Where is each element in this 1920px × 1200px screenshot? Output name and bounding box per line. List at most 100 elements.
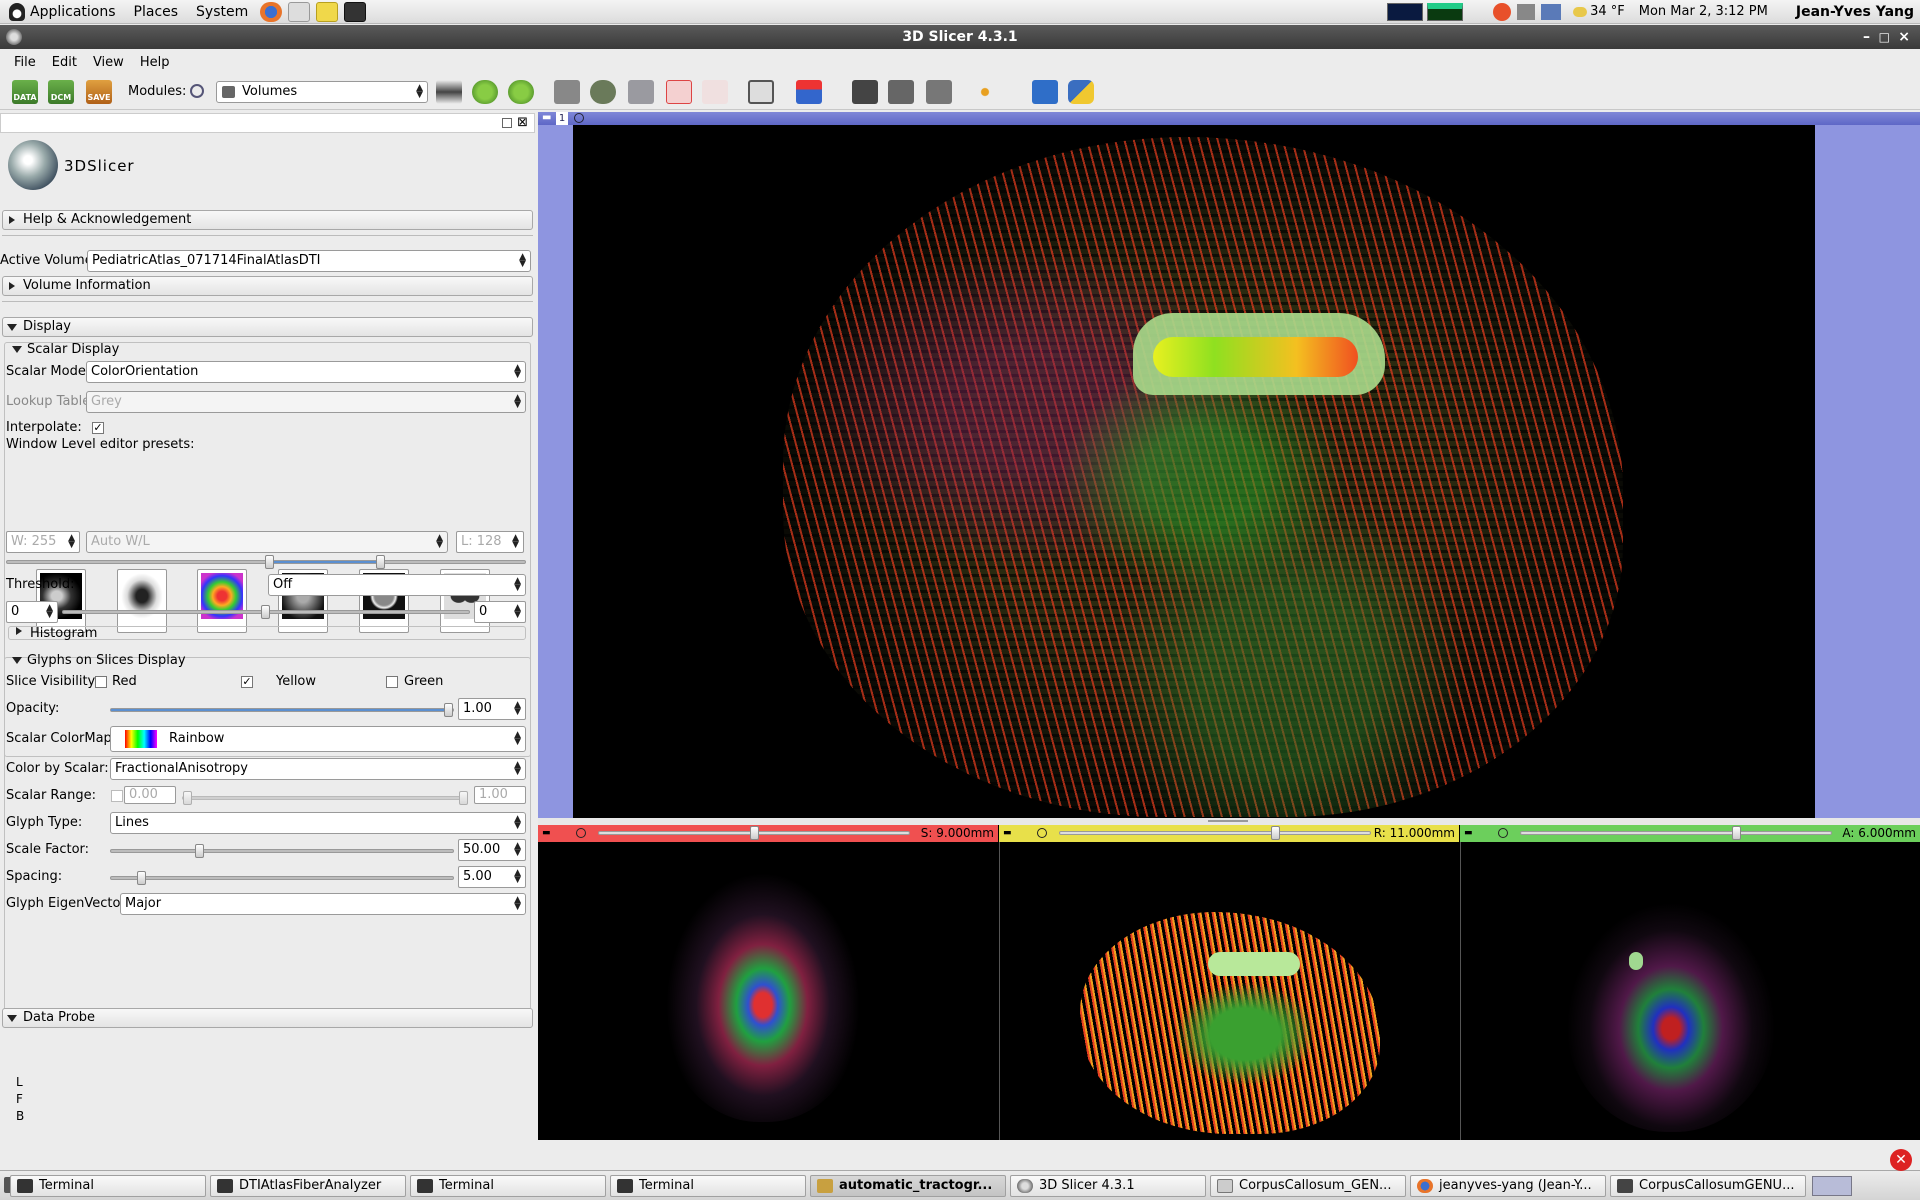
update-alert-icon[interactable] <box>1493 2 1512 21</box>
view-splitter[interactable] <box>538 818 1920 825</box>
yellow-pin-icon[interactable]: ▬ <box>1003 825 1012 842</box>
menu-file[interactable]: File <box>6 55 44 70</box>
mouse-mode-icon[interactable] <box>796 80 822 104</box>
module-search-icon[interactable] <box>190 84 204 98</box>
menu-help[interactable]: Help <box>132 55 178 70</box>
maximize-icon[interactable]: □ <box>1879 25 1890 49</box>
red-options-icon[interactable] <box>576 828 586 838</box>
green-visibility-label[interactable]: Green <box>404 674 443 689</box>
expand-arrow-icon[interactable] <box>16 627 22 635</box>
module-history-button[interactable] <box>436 80 462 104</box>
models-module-icon[interactable] <box>628 80 654 104</box>
volumes-module-icon[interactable] <box>590 80 616 104</box>
range-max-handle[interactable] <box>459 791 468 805</box>
red-slice-offset-slider[interactable] <box>598 826 910 840</box>
data-module-icon[interactable] <box>554 80 580 104</box>
mail-launcher-icon[interactable] <box>288 1 311 22</box>
red-visibility-label[interactable]: Red <box>112 674 137 689</box>
green-slice-controller[interactable]: ▬ A: 6.000mm <box>1460 825 1920 842</box>
scene-view-save-icon[interactable] <box>926 80 952 104</box>
scalar-range-slider[interactable] <box>182 791 468 805</box>
yellow-slice-controller[interactable]: ▬ R: 11.000mm <box>999 825 1459 842</box>
minimize-icon[interactable]: – <box>1863 25 1870 49</box>
help-acknowledgement-section[interactable]: Help & Acknowledgement <box>2 210 533 230</box>
forward-module-icon[interactable] <box>508 80 534 104</box>
scale-factor-handle[interactable] <box>195 844 204 858</box>
scalar-range-max-spinbox[interactable]: 1.00 <box>474 786 526 804</box>
window-level-range-slider[interactable] <box>6 555 526 569</box>
window-level-mode-selector[interactable]: Auto W/L ▲ ▼ <box>86 531 448 553</box>
spacing-slider[interactable] <box>110 871 454 885</box>
yellow-slice-view[interactable] <box>999 842 1459 1140</box>
system-menu[interactable]: System <box>187 0 257 24</box>
opacity-slider[interactable] <box>110 703 454 717</box>
yellow-visibility-checkbox[interactable]: ✓ <box>241 676 253 688</box>
volume-muted-icon[interactable] <box>1517 3 1536 20</box>
trash-icon[interactable]: ✕ <box>1890 1149 1912 1171</box>
green-options-icon[interactable] <box>1498 828 1508 838</box>
display-section[interactable]: Display <box>2 317 533 337</box>
red-slice-view[interactable] <box>538 842 998 1140</box>
view-options-icon[interactable] <box>574 113 584 123</box>
taskbar-item-corpuscallosum-2[interactable]: CorpusCallosumGENU... <box>1610 1175 1806 1197</box>
opacity-spinbox[interactable]: 1.00 ▲ ▼ <box>458 698 526 720</box>
taskbar-item-3d-slicer[interactable]: 3D Slicer 4.3.1 <box>1010 1175 1206 1197</box>
green-visibility-checkbox[interactable] <box>386 676 398 688</box>
load-data-button[interactable]: DATA <box>12 80 38 104</box>
range-max-handle[interactable] <box>376 555 385 569</box>
transforms-module-icon[interactable] <box>666 80 692 104</box>
screenshot-icon[interactable] <box>852 80 878 104</box>
green-slice-view[interactable] <box>1460 842 1920 1140</box>
firefox-launcher-icon[interactable] <box>260 1 283 22</box>
data-probe-section[interactable]: Data Probe <box>2 1008 533 1028</box>
threshold-min-spinbox[interactable]: 0 ▲ ▼ <box>6 601 58 623</box>
scene-view-icon[interactable] <box>888 80 914 104</box>
color-by-scalar-selector[interactable]: FractionalAnisotropy ▲ ▼ <box>110 758 526 780</box>
scale-factor-spinbox[interactable]: 50.00 ▲ ▼ <box>458 839 526 861</box>
back-module-icon[interactable] <box>472 80 498 104</box>
scalar-range-checkbox[interactable] <box>111 790 123 802</box>
undock-icon[interactable] <box>502 118 512 128</box>
active-volume-selector[interactable]: PediatricAtlas_071714FinalAtlasDTI ▲ ▼ <box>87 250 531 272</box>
red-pin-icon[interactable]: ▬ <box>542 825 551 842</box>
pin-icon[interactable]: ▬ <box>542 112 551 123</box>
glyphs-title[interactable]: Glyphs on Slices Display <box>27 653 186 668</box>
volume-information-section[interactable]: Volume Information <box>2 276 533 296</box>
range-min-handle[interactable] <box>265 555 274 569</box>
collapse-arrow-icon[interactable] <box>12 657 22 664</box>
python-console-icon[interactable] <box>1068 80 1094 104</box>
scalar-mode-selector[interactable]: ColorOrientation ▲ ▼ <box>86 361 526 383</box>
yellow-options-icon[interactable] <box>1037 828 1047 838</box>
threshold-selector[interactable]: Off ▲ ▼ <box>268 574 526 596</box>
red-slice-handle[interactable] <box>750 826 759 840</box>
user-menu[interactable]: Jean-Yves Yang <box>1796 4 1914 20</box>
threshold-max-spinbox[interactable]: 0 ▲ ▼ <box>474 601 526 623</box>
clock[interactable]: Mon Mar 2, 3:12 PM <box>1639 4 1768 19</box>
yellow-slice-offset-slider[interactable] <box>1059 826 1371 840</box>
scalar-range-min-spinbox[interactable]: 0.00 <box>124 786 176 804</box>
histogram-title[interactable]: Histogram <box>30 626 97 641</box>
level-spinbox[interactable]: L: 128 ▲ ▼ <box>456 531 524 553</box>
menu-view[interactable]: View <box>85 55 132 70</box>
workspace-switcher-icon[interactable] <box>1812 1176 1852 1196</box>
close-icon[interactable]: × <box>1898 25 1910 49</box>
notes-launcher-icon[interactable] <box>316 1 339 22</box>
yellow-visibility-label[interactable]: Yellow <box>276 674 316 689</box>
threshold-handle[interactable] <box>261 605 270 619</box>
save-button[interactable]: SAVE <box>86 80 112 104</box>
window-spinbox[interactable]: W: 255 ▲ ▼ <box>6 531 80 553</box>
crosshair-icon[interactable] <box>972 80 998 104</box>
glyph-type-selector[interactable]: Lines ▲ ▼ <box>110 812 526 834</box>
taskbar-item-corpuscallosum-1[interactable]: CorpusCallosum_GEN... <box>1210 1175 1406 1197</box>
panel-close-icon[interactable]: ⊠ <box>517 115 528 130</box>
markups-module-icon[interactable] <box>702 80 728 104</box>
places-menu[interactable]: Places <box>125 0 188 24</box>
scale-factor-slider[interactable] <box>110 844 454 858</box>
colormap-selector[interactable]: Rainbow ▲ ▼ <box>110 726 526 752</box>
yellow-slice-handle[interactable] <box>1271 826 1280 840</box>
extension-manager-icon[interactable] <box>1032 80 1058 104</box>
green-slice-handle[interactable] <box>1732 826 1741 840</box>
threshold-range-slider[interactable] <box>62 605 470 619</box>
applications-menu[interactable]: Applications <box>0 0 125 24</box>
taskbar-item-terminal-3[interactable]: Terminal <box>610 1175 806 1197</box>
